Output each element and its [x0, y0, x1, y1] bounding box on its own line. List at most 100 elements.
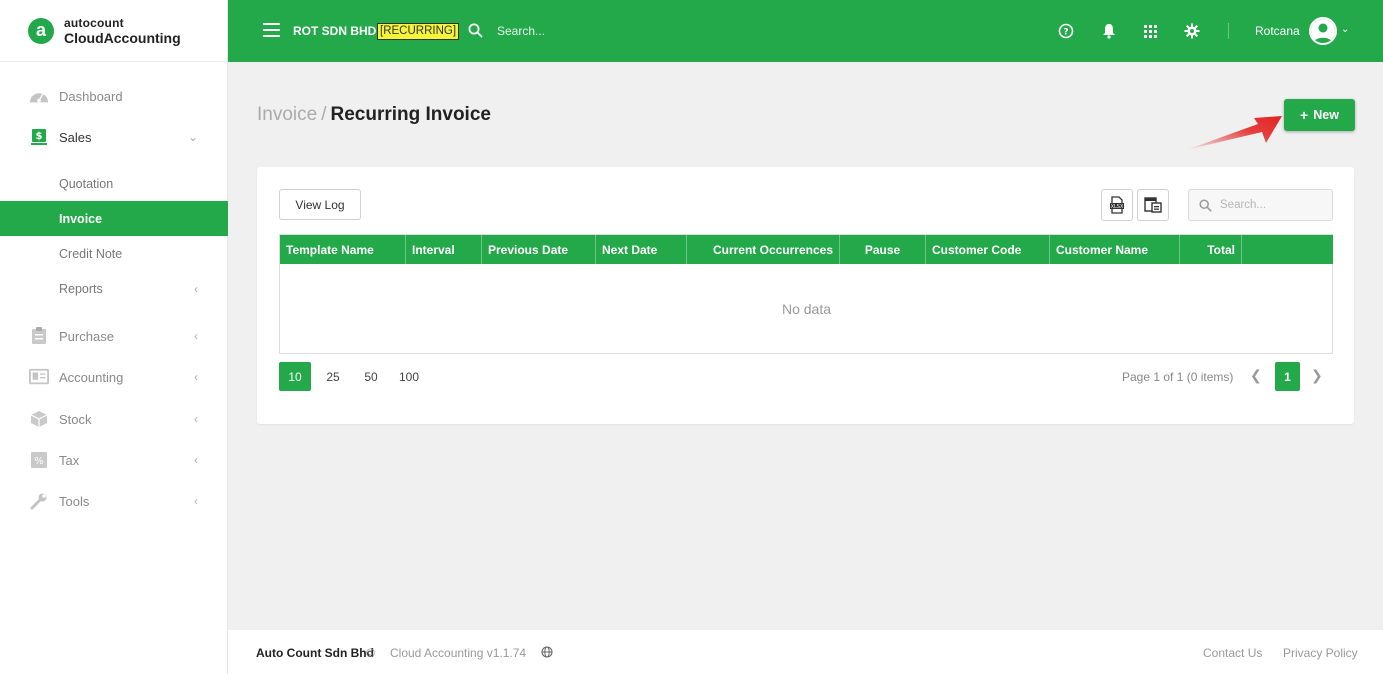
page-info: Page 1 of 1 (0 items): [1122, 370, 1234, 384]
purchase-icon: [29, 327, 49, 345]
sidebar-item-label: Accounting: [59, 369, 124, 385]
apps-grid-icon[interactable]: [1141, 22, 1159, 40]
brand-bottom: CloudAccounting: [64, 29, 181, 46]
column-header-template-name[interactable]: Template Name: [280, 235, 406, 264]
sidebar-item-label: Tools: [59, 493, 90, 509]
dashboard-icon: [29, 87, 49, 105]
gear-icon[interactable]: [1183, 22, 1201, 40]
column-header-interval[interactable]: Interval: [406, 235, 482, 264]
view-log-button[interactable]: View Log: [279, 189, 361, 220]
chevron-left-icon: ‹: [194, 453, 198, 467]
chevron-down-icon: ⌄: [187, 130, 198, 144]
svg-text:?: ?: [1063, 28, 1068, 38]
empty-state: No data: [781, 301, 832, 317]
username[interactable]: Rotcana: [1255, 24, 1300, 38]
table-header: Template Name Interval Previous Date Nex…: [280, 235, 1333, 264]
hamburger-menu-icon[interactable]: [263, 23, 280, 37]
brand-badge: a: [28, 17, 54, 44]
avatar[interactable]: [1309, 17, 1337, 45]
sidebar-item-purchase[interactable]: Purchase ‹: [0, 318, 228, 354]
copyright-symbol: ©: [366, 646, 375, 660]
help-icon[interactable]: ?: [1057, 22, 1075, 40]
sidebar-item-tools[interactable]: Tools ‹: [0, 483, 228, 519]
recurring-invoice-table: Template Name Interval Previous Date Nex…: [279, 234, 1333, 354]
svg-text:XLSX: XLSX: [1111, 204, 1124, 210]
footer: Auto Count Sdn Bhd © Cloud Accounting v1…: [228, 630, 1383, 674]
company-name[interactable]: ROT SDN BHD: [293, 24, 376, 38]
sidebar-item-credit-note[interactable]: Credit Note: [0, 236, 228, 271]
footer-version: Cloud Accounting v1.1.74: [390, 646, 527, 660]
sidebar-item-quotation[interactable]: Quotation: [0, 166, 228, 201]
stock-icon: [29, 410, 49, 428]
sidebar-item-tax[interactable]: % Tax ‹: [0, 442, 228, 478]
recurring-invoice-card: View Log XLSX Search... Template Name In…: [257, 167, 1354, 424]
chevron-left-icon: ‹: [194, 329, 198, 343]
chevron-right-icon[interactable]: ❯: [1311, 367, 1323, 384]
sidebar-item-reports[interactable]: Reports ‹: [0, 271, 228, 306]
chevron-down-icon[interactable]: ⌄: [1341, 24, 1349, 35]
chevron-left-icon: ‹: [194, 370, 198, 384]
svg-text:$: $: [36, 131, 43, 142]
new-button[interactable]: + New: [1284, 99, 1355, 131]
sidebar-item-stock[interactable]: Stock ‹: [0, 401, 228, 437]
sidebar-item-label: Credit Note: [59, 246, 123, 261]
sidebar-item-invoice[interactable]: Invoice: [0, 201, 228, 236]
red-arrow-annotation: [1186, 116, 1282, 150]
breadcrumb-parent[interactable]: Invoice: [257, 104, 317, 125]
brand-logo[interactable]: a autocount CloudAccounting: [0, 0, 227, 62]
contact-us-link[interactable]: Contact Us: [1203, 646, 1262, 660]
tax-icon: %: [29, 451, 49, 469]
column-header-customer-code[interactable]: Customer Code: [926, 235, 1050, 264]
privacy-policy-link[interactable]: Privacy Policy: [1283, 646, 1358, 660]
sidebar-item-label: Stock: [59, 411, 92, 427]
column-header-total[interactable]: Total: [1180, 235, 1242, 264]
divider: [1228, 23, 1229, 39]
page-size-selector: 10 25 50 100: [279, 362, 431, 391]
page-button-1[interactable]: 1: [1275, 362, 1300, 391]
global-search-input[interactable]: Search...: [497, 24, 545, 38]
page-size-100[interactable]: 100: [393, 362, 425, 391]
chevron-left-icon: ‹: [194, 494, 198, 508]
brand-top: autocount: [64, 15, 124, 30]
grid-search-input[interactable]: Search...: [1188, 189, 1333, 221]
sidebar-item-label: Dashboard: [59, 88, 123, 104]
footer-company: Auto Count Sdn Bhd: [256, 646, 374, 660]
wrench-icon: [29, 492, 49, 510]
sidebar-item-sales[interactable]: $ Sales ⌄: [0, 119, 228, 155]
chevron-left-icon[interactable]: ❮: [1250, 367, 1262, 384]
chevron-left-icon: ‹: [194, 281, 198, 296]
page-title: Recurring Invoice: [330, 104, 491, 125]
search-placeholder: Search...: [1220, 199, 1267, 211]
sidebar-item-label: Tax: [59, 452, 80, 468]
sidebar-item-label: Sales: [59, 129, 92, 145]
breadcrumb-separator: /: [321, 104, 327, 125]
search-icon[interactable]: [468, 23, 483, 43]
sidebar: a autocount CloudAccounting Dashboard $ …: [0, 0, 228, 674]
sidebar-item-label: Reports: [59, 281, 103, 296]
breadcrumb: Invoice / Recurring Invoice: [257, 104, 491, 126]
page-size-10[interactable]: 10: [279, 362, 311, 391]
sidebar-item-label: Quotation: [59, 176, 114, 191]
sidebar-item-label: Purchase: [59, 328, 114, 344]
column-header-pause[interactable]: Pause: [840, 235, 926, 264]
sidebar-item-accounting[interactable]: Accounting ‹: [0, 359, 228, 395]
search-icon: [1199, 198, 1212, 212]
page-size-25[interactable]: 25: [317, 362, 349, 391]
globe-icon[interactable]: [541, 646, 553, 661]
column-header-actions: [1242, 235, 1333, 264]
sidebar-item-label: Invoice: [59, 211, 103, 226]
sidebar-item-dashboard[interactable]: Dashboard: [0, 78, 228, 114]
recurring-badge: [RECURRING]: [377, 23, 460, 40]
bell-icon[interactable]: [1100, 22, 1118, 40]
accounting-icon: [29, 368, 49, 386]
column-header-next-date[interactable]: Next Date: [596, 235, 687, 264]
export-xlsx-icon[interactable]: XLSX: [1101, 189, 1133, 221]
page-size-50[interactable]: 50: [355, 362, 387, 391]
column-header-customer-name[interactable]: Customer Name: [1050, 235, 1180, 264]
column-header-current-occurrences[interactable]: Current Occurrences: [687, 235, 840, 264]
column-chooser-icon[interactable]: [1137, 189, 1169, 221]
column-header-previous-date[interactable]: Previous Date: [482, 235, 596, 264]
plus-icon: +: [1300, 107, 1309, 123]
sales-icon: $: [29, 128, 49, 146]
chevron-left-icon: ‹: [194, 412, 198, 426]
